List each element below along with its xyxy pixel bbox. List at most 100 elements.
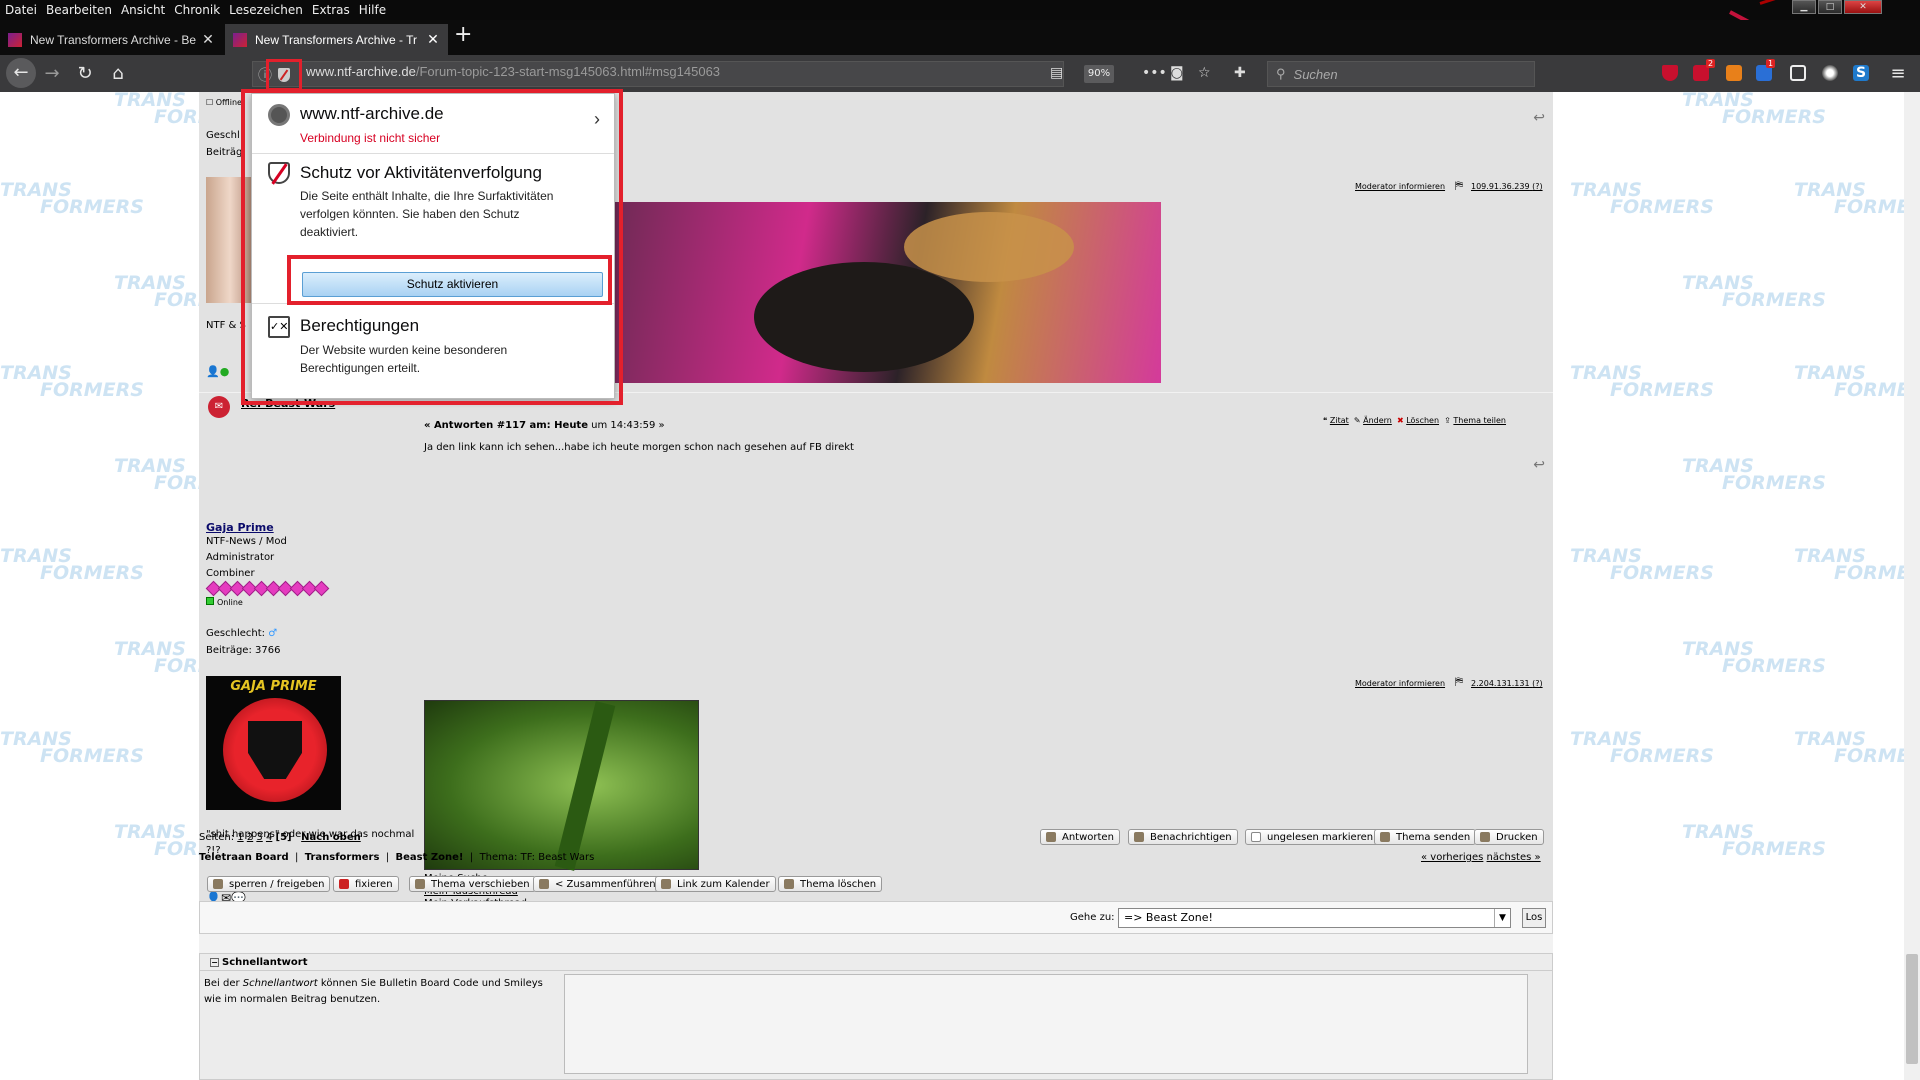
- sidebar-icon[interactable]: [1790, 65, 1806, 81]
- zoom-level[interactable]: 90%: [1084, 65, 1114, 83]
- moderator-link[interactable]: Moderator informieren: [1355, 182, 1445, 191]
- permissions-icon: ✓✕: [268, 316, 290, 338]
- share-link[interactable]: Thema teilen: [1453, 416, 1506, 425]
- page-link-4[interactable]: 4: [266, 832, 272, 843]
- menu-chronik[interactable]: Chronik: [174, 3, 220, 17]
- rank-star-icon: [313, 580, 330, 597]
- back-to-top-link[interactable]: Nach oben: [301, 832, 361, 843]
- pocket-icon[interactable]: ◙: [1170, 65, 1184, 81]
- offline-status: ☐ Offline: [206, 98, 242, 107]
- bookmark-star-icon[interactable]: ☆: [1198, 65, 1211, 81]
- moderator-link[interactable]: Moderator informieren: [1355, 679, 1445, 688]
- post-image-cats: [604, 202, 1161, 383]
- transformers-watermark: TRANSFORMERS: [0, 179, 144, 218]
- close-window-icon[interactable]: ✕: [1844, 0, 1882, 14]
- close-tab-icon[interactable]: ✕: [201, 31, 215, 48]
- move-topic-button[interactable]: Thema verschieben: [409, 876, 536, 892]
- enable-protection-button[interactable]: Schutz aktivieren: [302, 272, 603, 297]
- quick-reply-panel: − Schnellantwort Bei der Schnellantwort k…: [199, 953, 1553, 1080]
- site-favicon-icon: [8, 32, 22, 47]
- menu-datei[interactable]: Datei: [5, 3, 37, 17]
- report-icon[interactable]: ↩: [1533, 457, 1545, 473]
- reload-icon[interactable]: ↻: [73, 62, 97, 86]
- menu-extras[interactable]: Extras: [312, 3, 350, 17]
- search-field[interactable]: ⚲ Suchen: [1267, 61, 1535, 87]
- send-topic-button[interactable]: Thema senden: [1374, 829, 1477, 845]
- chevron-right-icon[interactable]: ›: [594, 109, 600, 130]
- tab-2[interactable]: New Transformers Archive - Tr ✕: [225, 24, 448, 55]
- page-link-3[interactable]: 3: [256, 832, 262, 843]
- menu-bearbeiten[interactable]: Bearbeiten: [46, 3, 112, 17]
- url-text[interactable]: www.ntf-archive.de/Forum-topic-123-start…: [306, 64, 720, 79]
- tab-1[interactable]: New Transformers Archive - Be ✕: [0, 24, 223, 55]
- post-count: Beiträge: 3766: [206, 645, 281, 656]
- page-link-2[interactable]: 2: [247, 832, 253, 843]
- print-button[interactable]: Drucken: [1474, 829, 1544, 845]
- breadcrumb-board[interactable]: Teletraan Board: [199, 852, 289, 863]
- jump-select[interactable]: => Beast Zone! ▼: [1118, 908, 1511, 928]
- merge-button[interactable]: < Zusammenführen: [533, 876, 662, 892]
- calendar-icon: [661, 879, 671, 889]
- ip-address[interactable]: 109.91.36.239 (?): [1471, 182, 1543, 191]
- jump-go-button[interactable]: Los: [1522, 908, 1546, 928]
- profile-icons[interactable]: 👤●: [206, 365, 229, 378]
- quick-reply-textarea[interactable]: [564, 974, 1528, 1074]
- extension-orange-icon[interactable]: [1726, 65, 1742, 81]
- window-controls: ▁ □ ✕: [1792, 0, 1882, 14]
- breadcrumb-category[interactable]: Transformers: [305, 852, 380, 863]
- menu-hilfe[interactable]: Hilfe: [359, 3, 386, 17]
- mark-unread-button[interactable]: ungelesen markieren: [1245, 829, 1380, 845]
- lock-icon: [213, 879, 223, 889]
- reader-view-icon[interactable]: ▤: [1050, 65, 1063, 81]
- author-avatar: GAJA PRIME: [206, 676, 341, 810]
- permissions-text-2: Berechtigungen erteilt.: [300, 361, 421, 375]
- close-tab-icon[interactable]: ✕: [426, 31, 440, 48]
- notify-icon: [1134, 832, 1144, 842]
- extension-eye-icon[interactable]: [1822, 65, 1838, 81]
- transformers-watermark: TRANSFORMERS: [1570, 179, 1714, 218]
- notify-button[interactable]: Benachrichtigen: [1128, 829, 1238, 845]
- rank-stars: [205, 580, 330, 597]
- sticky-button[interactable]: fixieren: [333, 876, 399, 892]
- menu-ansicht[interactable]: Ansicht: [121, 3, 165, 17]
- previous-topic-link[interactable]: « vorheriges: [1421, 852, 1483, 863]
- page-actions-icon[interactable]: •••: [1142, 65, 1167, 81]
- report-icon[interactable]: ↩: [1533, 110, 1545, 126]
- mark-unread-icon: [1251, 832, 1261, 842]
- maximize-icon[interactable]: □: [1818, 0, 1842, 14]
- quick-reply-info: Bei der Schnellantwort können Sie Bullet…: [204, 978, 543, 1005]
- quick-reply-header[interactable]: − Schnellantwort: [200, 954, 1552, 971]
- reply-button[interactable]: Antworten: [1040, 829, 1120, 845]
- back-arrow-icon[interactable]: ←: [6, 58, 36, 88]
- page-scrollbar[interactable]: [1904, 92, 1920, 1080]
- forward-arrow-icon[interactable]: →: [40, 62, 64, 86]
- ip-address[interactable]: 2.204.131.131 (?): [1471, 679, 1543, 688]
- tracking-text-2: verfolgen könnten. Sie haben den Schutz: [300, 207, 520, 221]
- home-icon[interactable]: ⌂: [106, 62, 130, 86]
- new-tab-icon[interactable]: +: [454, 22, 472, 47]
- permissions-title: Berechtigungen: [300, 316, 420, 335]
- extension-s-icon[interactable]: S: [1853, 65, 1869, 81]
- quote-link[interactable]: Zitat: [1330, 416, 1349, 425]
- merge-icon: [539, 879, 549, 889]
- extensions-puzzle-icon[interactable]: ✚: [1234, 65, 1246, 81]
- popup-section-site[interactable]: www.ntf-archive.de Verbindung ist nicht …: [252, 94, 614, 154]
- breadcrumb-subboard[interactable]: Beast Zone!: [396, 852, 464, 863]
- menu-lesezeichen[interactable]: Lesezeichen: [229, 3, 303, 17]
- tracking-protection-button[interactable]: [266, 59, 302, 91]
- delete-topic-button[interactable]: Thema löschen: [778, 876, 883, 892]
- next-topic-link[interactable]: nächstes »: [1487, 852, 1541, 863]
- calendar-link-button[interactable]: Link zum Kalender: [655, 876, 776, 892]
- search-icon: ⚲: [1276, 66, 1286, 81]
- delete-link[interactable]: Löschen: [1406, 416, 1439, 425]
- hamburger-menu-icon[interactable]: ≡: [1886, 62, 1910, 86]
- minimize-icon[interactable]: ▁: [1792, 0, 1816, 14]
- ublock-icon[interactable]: [1662, 65, 1678, 81]
- scrollbar-thumb[interactable]: [1906, 954, 1918, 1064]
- page-link-1[interactable]: 1: [237, 832, 243, 843]
- author-name[interactable]: Gaja Prime: [206, 521, 274, 534]
- transformers-watermark: TRANSFORMERS: [1570, 545, 1714, 584]
- dropdown-arrow-icon: ▼: [1494, 909, 1510, 927]
- edit-link[interactable]: Ändern: [1363, 416, 1392, 425]
- lock-button[interactable]: sperren / freigeben: [207, 876, 331, 892]
